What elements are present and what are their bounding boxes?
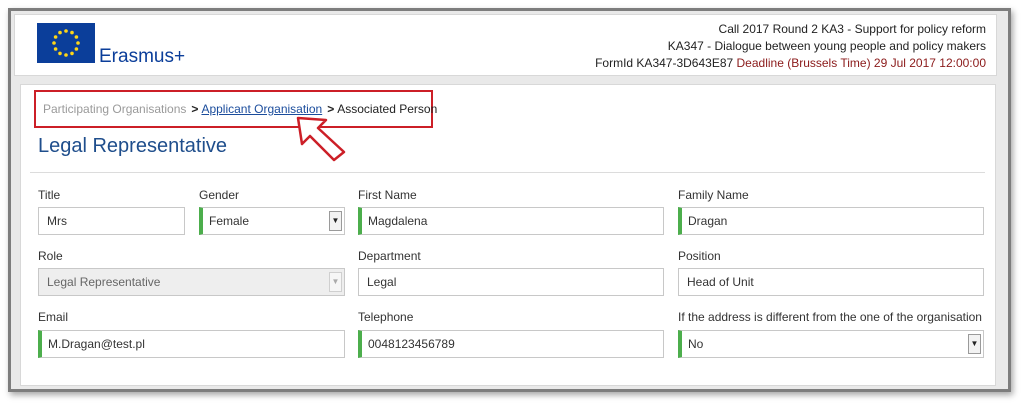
breadcrumb-item-associated-person: Associated Person [337, 102, 438, 116]
app-logo-text: Erasmus+ [99, 46, 186, 67]
role-select[interactable]: Legal Representative ▼ [38, 268, 345, 296]
header-bar: Erasmus+ Call 2017 Round 2 KA3 - Support… [14, 14, 997, 76]
position-label: Position [678, 249, 721, 263]
gender-select[interactable]: Female ▼ [199, 207, 345, 235]
first-name-field[interactable]: Magdalena [358, 207, 664, 235]
email-field[interactable]: M.Dragan@test.pl [38, 330, 345, 358]
arrow-pointer-icon [296, 116, 346, 162]
gender-label: Gender [199, 188, 240, 202]
gender-value: Female [209, 214, 250, 228]
telephone-field[interactable]: 0048123456789 [358, 330, 664, 358]
caret-down-icon: ▼ [329, 272, 342, 292]
family-name-field[interactable]: Dragan [678, 207, 984, 235]
call-line: Call 2017 Round 2 KA3 - Support for poli… [718, 22, 986, 36]
title-field[interactable]: Mrs [38, 207, 185, 235]
form-id-line: FormId KA347-3D643E87 Deadline (Brussels… [595, 55, 986, 72]
deadline: Deadline (Brussels Time) 29 Jul 2017 12:… [736, 56, 986, 70]
role-label: Role [38, 249, 63, 263]
caret-down-icon[interactable]: ▼ [968, 334, 981, 354]
caret-down-icon[interactable]: ▼ [329, 211, 342, 231]
role-value: Legal Representative [47, 275, 161, 289]
position-field[interactable]: Head of Unit [678, 268, 984, 296]
address-different-value: No [688, 337, 704, 351]
breadcrumb-item-participating-organisations[interactable]: Participating Organisations [43, 102, 186, 116]
first-name-label: First Name [358, 188, 417, 202]
eu-flag-icon [37, 23, 95, 63]
address-different-label: If the address is different from the one… [678, 310, 982, 324]
department-field[interactable]: Legal [358, 268, 664, 296]
telephone-label: Telephone [358, 310, 414, 324]
action-line: KA347 - Dialogue between young people an… [667, 39, 986, 53]
divider [30, 172, 985, 173]
breadcrumb: Participating Organisations > Applicant Or… [34, 90, 437, 128]
page-title: Legal Representative [38, 135, 228, 157]
address-different-select[interactable]: No ▼ [678, 330, 984, 358]
form-id: FormId KA347-3D643E87 [595, 56, 734, 70]
title-label: Title [38, 188, 61, 202]
email-label: Email [38, 310, 69, 324]
family-name-label: Family Name [678, 188, 749, 202]
chevron-right-icon: > [191, 102, 199, 116]
department-label: Department [358, 249, 421, 263]
call-info: Call 2017 Round 2 KA3 - Support for poli… [595, 21, 986, 72]
